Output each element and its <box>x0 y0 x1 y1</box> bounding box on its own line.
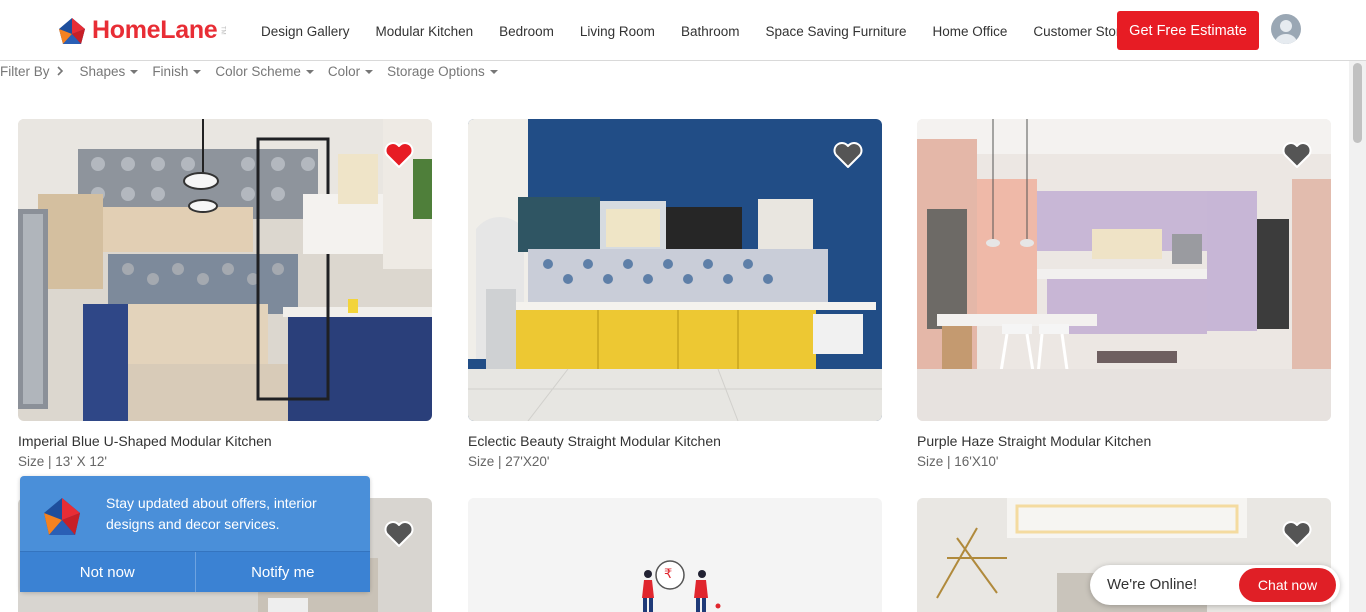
filter-color-scheme-dropdown[interactable]: Color Scheme <box>215 64 314 79</box>
caret-down-icon <box>130 70 139 74</box>
promo-card[interactable]: ₹ <box>468 498 882 612</box>
promo-illustration: ₹ <box>468 498 882 612</box>
kitchen-photo <box>917 119 1331 421</box>
heart-outline-icon[interactable] <box>384 520 414 548</box>
filter-bar: Filter By Shapes Finish Color Scheme Col… <box>0 61 498 81</box>
nav-bedroom[interactable]: Bedroom <box>499 24 554 39</box>
not-now-button[interactable]: Not now <box>20 552 195 592</box>
site-header: HomeLane TM Design Gallery Modular Kitch… <box>0 0 1366 61</box>
filter-by-label: Filter By <box>0 63 50 79</box>
homelane-logo-icon <box>44 498 80 535</box>
homelane-logo-icon <box>59 17 85 44</box>
caret-down-icon <box>365 70 374 74</box>
scrollbar-thumb[interactable] <box>1353 63 1362 143</box>
notification-actions: Not now Notify me <box>20 551 370 592</box>
nav-design-gallery[interactable]: Design Gallery <box>261 24 350 39</box>
user-silhouette-icon <box>1275 20 1297 44</box>
nav-home-office[interactable]: Home Office <box>933 24 1008 39</box>
design-title[interactable]: Eclectic Beauty Straight Modular Kitchen <box>468 433 721 449</box>
nav-bathroom[interactable]: Bathroom <box>681 24 740 39</box>
design-size: Size | 27'X20' <box>468 454 550 469</box>
heart-outline-icon[interactable] <box>1282 520 1312 548</box>
filter-finish-dropdown[interactable]: Finish <box>152 63 202 79</box>
rupee-icon: ₹ <box>664 566 673 581</box>
chat-now-button[interactable]: Chat now <box>1239 568 1336 602</box>
nav-modular-kitchen[interactable]: Modular Kitchen <box>376 24 474 39</box>
trademark-mark: TM <box>219 26 226 35</box>
kitchen-photo <box>18 119 432 421</box>
get-free-estimate-button[interactable]: Get Free Estimate <box>1117 11 1259 50</box>
heart-outline-icon[interactable] <box>833 141 863 169</box>
filter-color-scheme-label: Color Scheme <box>215 63 301 79</box>
budget-illustration <box>468 498 882 612</box>
chevron-right-icon <box>56 66 63 76</box>
design-image[interactable] <box>18 119 432 421</box>
nav-space-saving-furniture[interactable]: Space Saving Furniture <box>765 24 906 39</box>
heart-filled-icon[interactable] <box>384 141 414 169</box>
notify-me-button[interactable]: Notify me <box>194 552 371 592</box>
kitchen-photo <box>468 119 882 421</box>
chat-widget[interactable]: We're Online! Chat now <box>1090 565 1340 605</box>
design-card[interactable]: Imperial Blue U-Shaped Modular Kitchen S… <box>18 119 432 479</box>
nav-living-room[interactable]: Living Room <box>580 24 655 39</box>
homelane-logo[interactable]: HomeLane TM <box>58 16 225 45</box>
brand-name: HomeLane <box>92 16 218 44</box>
heart-outline-icon[interactable] <box>1282 141 1312 169</box>
main-nav: Design Gallery Modular Kitchen Bedroom L… <box>248 24 1151 39</box>
design-card[interactable]: Purple Haze Straight Modular Kitchen Siz… <box>917 119 1331 479</box>
filter-color-dropdown[interactable]: Color <box>327 63 374 79</box>
chat-status-text: We're Online! <box>1107 576 1198 593</box>
caret-down-icon <box>305 70 314 74</box>
caret-down-icon <box>193 70 202 74</box>
filter-storage-options-label: Storage Options <box>387 63 485 79</box>
design-image[interactable] <box>468 119 882 421</box>
caret-down-icon <box>489 70 498 74</box>
page-scrollbar[interactable] <box>1349 61 1366 612</box>
filter-color-label: Color <box>327 63 361 79</box>
filter-by-toggle[interactable]: Filter By <box>0 64 66 79</box>
design-title[interactable]: Imperial Blue U-Shaped Modular Kitchen <box>18 433 272 449</box>
design-size: Size | 13' X 12' <box>18 454 107 469</box>
design-card[interactable]: Eclectic Beauty Straight Modular Kitchen… <box>468 119 882 479</box>
filter-storage-options-dropdown[interactable]: Storage Options <box>387 64 498 79</box>
design-image[interactable] <box>917 119 1331 421</box>
design-size: Size | 16'X10' <box>917 454 999 469</box>
filter-shapes-dropdown[interactable]: Shapes <box>80 64 139 79</box>
notification-message: Stay updated about offers, interior desi… <box>106 495 317 532</box>
user-avatar-icon[interactable] <box>1271 14 1301 44</box>
filter-shapes-label: Shapes <box>79 63 126 79</box>
notification-prompt: Stay updated about offers, interior desi… <box>20 476 370 592</box>
design-title[interactable]: Purple Haze Straight Modular Kitchen <box>917 433 1151 449</box>
filter-finish-label: Finish <box>152 63 189 79</box>
